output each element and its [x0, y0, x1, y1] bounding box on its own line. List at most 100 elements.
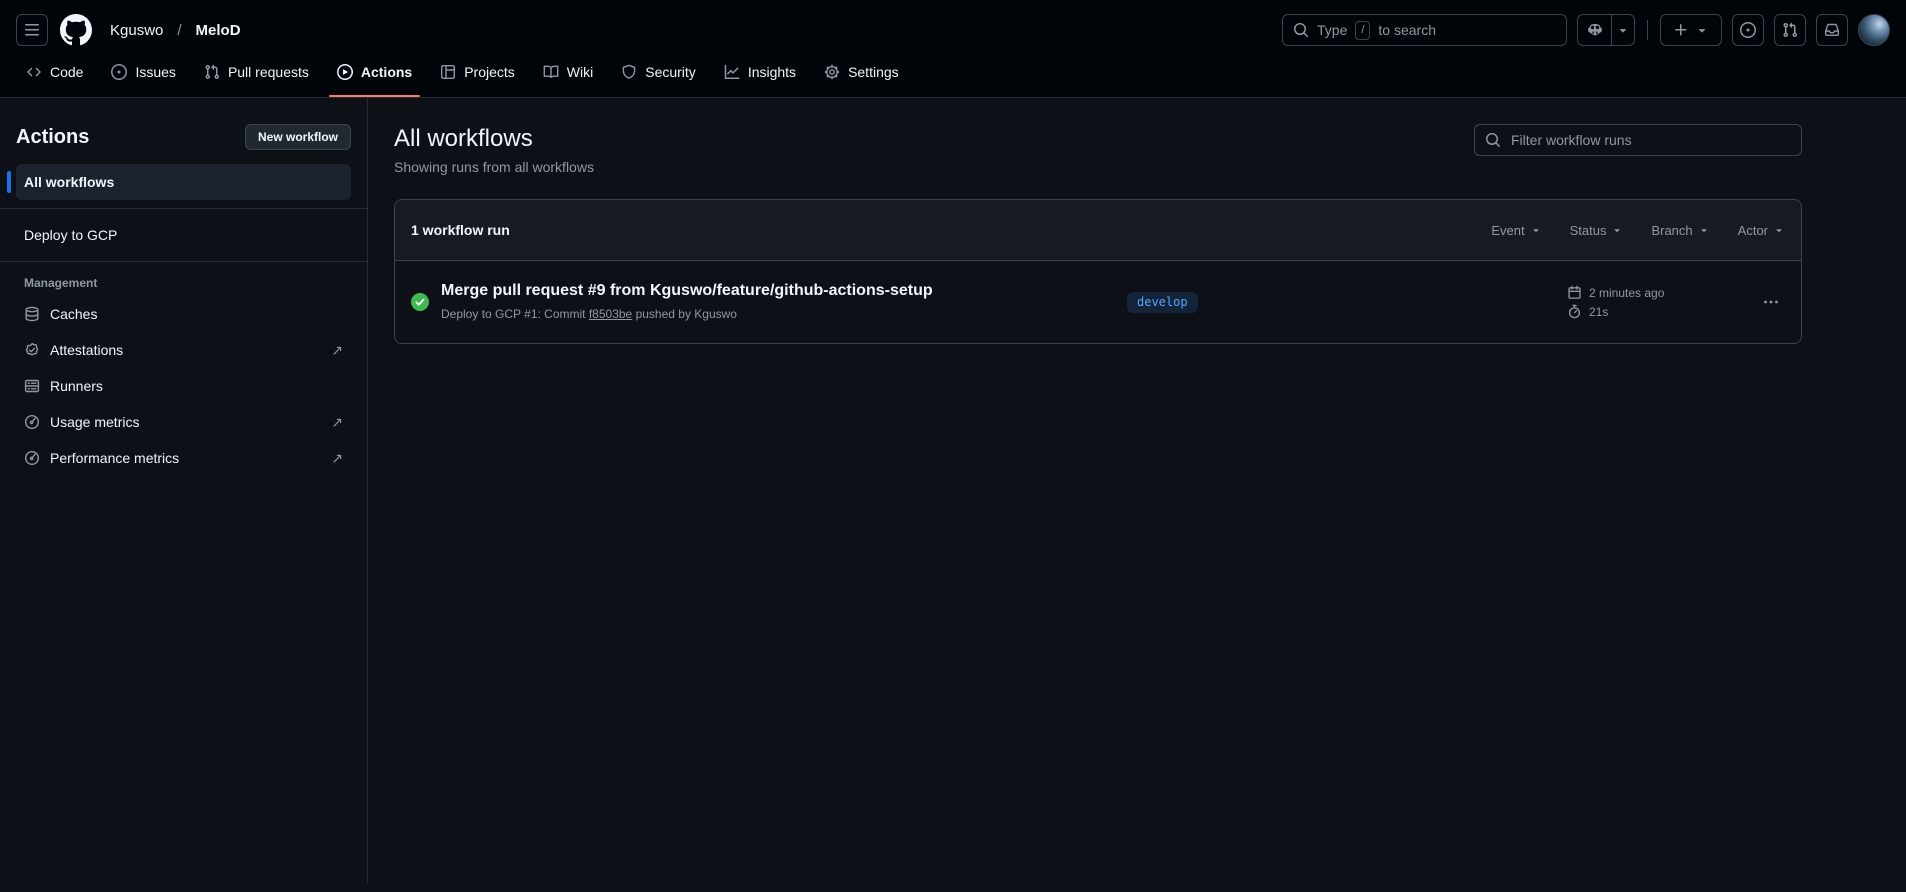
workflow-list: All workflows Deploy to GCP	[0, 164, 367, 262]
global-search-input[interactable]: Type / to search	[1282, 14, 1567, 46]
tab-label: Actions	[360, 64, 413, 80]
check-circle-success-icon	[411, 293, 429, 311]
sidebar-item-all-workflows[interactable]: All workflows	[7, 164, 351, 200]
actor-filter-dropdown[interactable]: Actor	[1738, 223, 1785, 238]
external-link-arrow-icon: ↗	[331, 450, 343, 466]
breadcrumb-owner[interactable]: Kguswo	[104, 18, 169, 43]
run-branch-column: develop	[1127, 291, 1567, 313]
issue-opened-icon	[111, 64, 128, 80]
runs-panel-header: 1 workflow run Event Status Branch Actor	[395, 200, 1801, 261]
commit-link[interactable]: f8503be	[589, 307, 632, 321]
run-duration-label: 21s	[1589, 304, 1609, 319]
inbox-button[interactable]	[1816, 14, 1848, 46]
external-link-arrow-icon: ↗	[331, 414, 343, 430]
run-description-prefix: Deploy to GCP #1: Commit	[441, 307, 589, 321]
tab-projects[interactable]: Projects	[430, 50, 525, 97]
copilot-icon	[1587, 22, 1603, 38]
page-title: All workflows	[394, 125, 533, 152]
sidebar-item-caches[interactable]: Caches	[16, 296, 351, 332]
tab-settings[interactable]: Settings	[814, 50, 909, 97]
hamburger-menu-button[interactable]	[16, 14, 48, 46]
filter-workflow-runs-input[interactable]	[1509, 131, 1791, 149]
sidebar-item-usage-metrics[interactable]: Usage metrics ↗	[16, 404, 351, 440]
verified-badge-icon	[24, 342, 40, 358]
sidebar-item-label: All workflows	[24, 174, 115, 190]
filter-workflow-runs-box	[1474, 124, 1802, 156]
global-bar: Kguswo / MeloD Type / to search	[16, 0, 1890, 46]
meter-icon	[24, 450, 40, 466]
git-pull-request-icon	[204, 64, 220, 80]
workflow-run-count: 1 workflow run	[411, 222, 510, 238]
issue-opened-icon	[1740, 22, 1756, 38]
server-icon	[24, 378, 40, 394]
sidebar-header: Actions New workflow	[16, 124, 351, 150]
run-meta-column: 2 minutes ago 21s	[1567, 285, 1757, 319]
tab-label: Insights	[747, 64, 797, 80]
external-link-arrow-icon: ↗	[331, 342, 343, 358]
main-content: All workflows Showing runs from all work…	[368, 98, 1906, 883]
github-mark-icon	[60, 14, 92, 46]
tab-label: Pull requests	[227, 64, 309, 80]
sidebar-item-runners[interactable]: Runners	[16, 368, 351, 404]
page-subtitle: Showing runs from all workflows	[394, 159, 594, 175]
tab-insights[interactable]: Insights	[714, 50, 806, 97]
triangle-down-icon	[1773, 224, 1785, 236]
avatar[interactable]	[1858, 14, 1890, 46]
your-issues-button[interactable]	[1732, 14, 1764, 46]
sidebar-item-performance-metrics[interactable]: Performance metrics ↗	[16, 440, 351, 476]
tab-code[interactable]: Code	[16, 50, 93, 97]
status-filter-dropdown[interactable]: Status	[1570, 223, 1624, 238]
sidebar-item-deploy-to-gcp[interactable]: Deploy to GCP	[16, 217, 351, 253]
github-logo[interactable]	[56, 10, 96, 50]
tab-wiki[interactable]: Wiki	[533, 50, 603, 97]
filter-label: Actor	[1737, 222, 1768, 238]
run-title-block: Merge pull request #9 from Kguswo/featur…	[441, 281, 1127, 323]
cache-database-icon	[24, 306, 40, 322]
breadcrumb-repo[interactable]: MeloD	[190, 18, 247, 43]
chevron-down-icon	[1695, 23, 1709, 37]
filter-label: Event	[1491, 222, 1525, 238]
event-filter-dropdown[interactable]: Event	[1491, 223, 1541, 238]
kebab-horizontal-icon	[1763, 294, 1779, 310]
breadcrumb-separator: /	[177, 21, 182, 39]
gear-icon	[824, 64, 840, 80]
tab-actions[interactable]: Actions	[327, 50, 422, 97]
shield-icon	[621, 64, 637, 80]
new-workflow-button[interactable]: New workflow	[244, 124, 351, 150]
graph-icon	[724, 64, 740, 80]
page-body: Actions New workflow All workflows Deplo…	[0, 98, 1906, 883]
run-title-link[interactable]: Merge pull request #9 from Kguswo/featur…	[441, 281, 933, 301]
tab-pull-requests[interactable]: Pull requests	[194, 50, 319, 97]
main-header: All workflows Showing runs from all work…	[394, 124, 1802, 175]
app-header: Kguswo / MeloD Type / to search Code Iss…	[0, 0, 1906, 98]
search-icon	[1293, 22, 1309, 38]
tab-issues[interactable]: Issues	[101, 50, 185, 97]
tab-label: Wiki	[566, 64, 594, 80]
sidebar-item-attestations[interactable]: Attestations ↗	[16, 332, 351, 368]
sidebar-title: Actions	[16, 125, 90, 148]
run-options-kebab-button[interactable]	[1757, 288, 1785, 316]
run-filters: Event Status Branch Actor	[1491, 223, 1785, 238]
branch-badge[interactable]: develop	[1127, 291, 1198, 313]
search-placeholder-suffix: to search	[1378, 22, 1437, 38]
tab-label: Code	[50, 64, 84, 80]
branch-filter-dropdown[interactable]: Branch	[1651, 223, 1709, 238]
tab-security[interactable]: Security	[611, 50, 706, 97]
tab-label: Settings	[848, 64, 899, 80]
search-icon	[1485, 132, 1501, 148]
your-pull-requests-button[interactable]	[1774, 14, 1806, 46]
run-time: 2 minutes ago	[1567, 285, 1757, 300]
plus-icon	[1673, 22, 1689, 38]
sidebar-item-label: Deploy to GCP	[24, 227, 118, 243]
filter-label: Status	[1569, 222, 1607, 238]
search-placeholder-prefix: Type	[1317, 22, 1348, 38]
copilot-button[interactable]	[1578, 15, 1611, 45]
management-section-title: Management	[24, 276, 98, 290]
play-icon	[336, 64, 353, 80]
git-pull-request-icon	[1782, 22, 1798, 38]
create-new-button[interactable]	[1660, 14, 1722, 46]
tab-label: Projects	[464, 64, 515, 80]
code-icon	[26, 64, 42, 80]
workflow-runs-panel: 1 workflow run Event Status Branch Actor…	[394, 199, 1802, 344]
copilot-menu-caret[interactable]	[1611, 15, 1634, 45]
